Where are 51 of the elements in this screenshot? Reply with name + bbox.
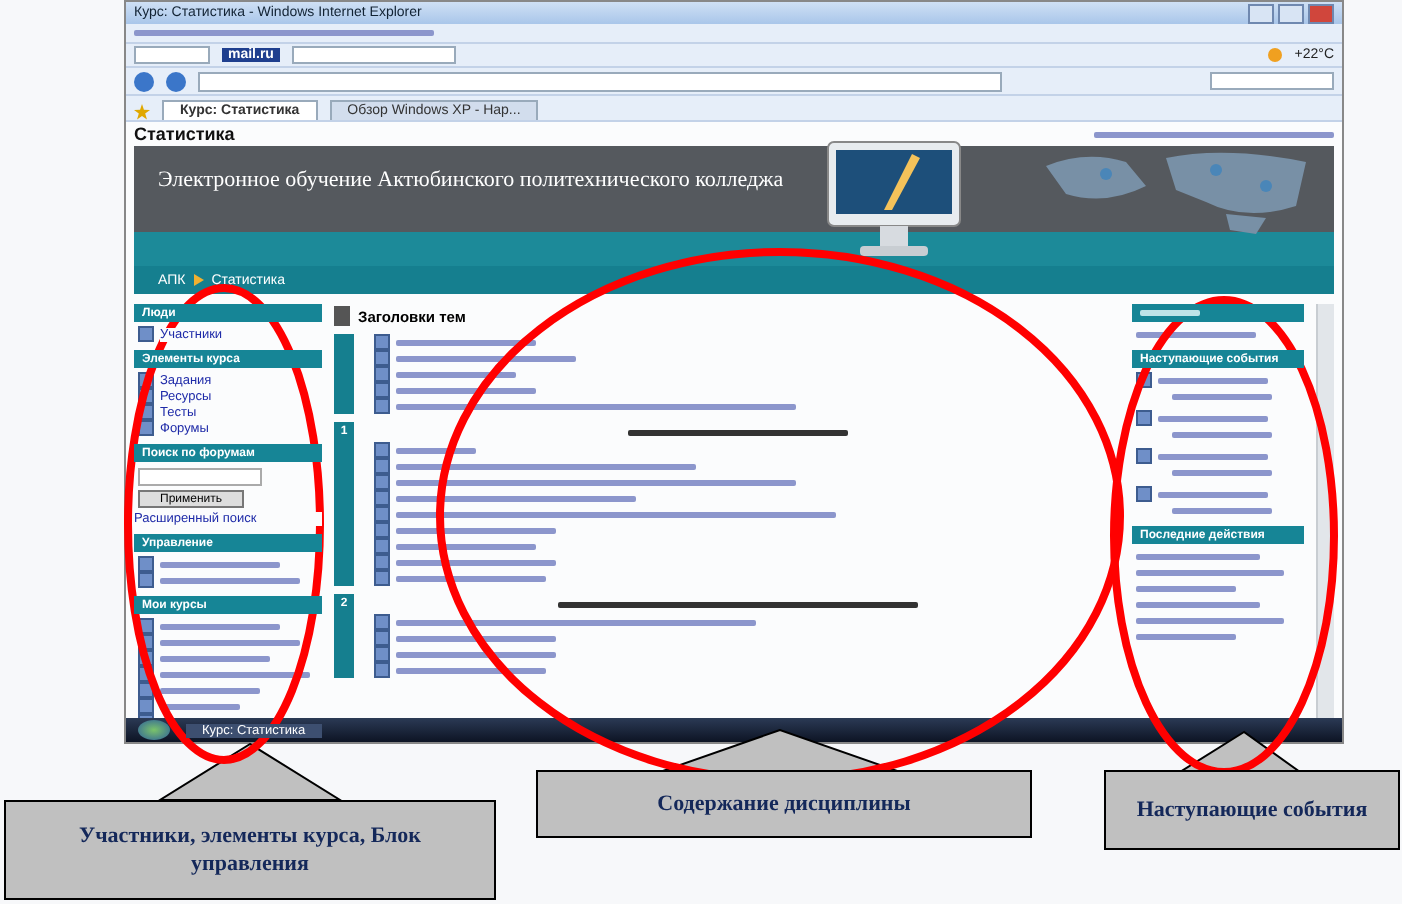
forward-button[interactable] bbox=[166, 71, 186, 91]
blurred-text-line bbox=[396, 447, 476, 453]
search-field[interactable] bbox=[291, 46, 456, 64]
search-field[interactable] bbox=[138, 468, 262, 486]
blurred-text-line bbox=[160, 639, 300, 645]
blurred-text-line bbox=[1136, 585, 1236, 591]
blurred-text-line bbox=[160, 577, 300, 583]
callout-text: Наступающие события bbox=[1136, 795, 1368, 825]
item-icon bbox=[1136, 486, 1152, 502]
sun-icon bbox=[1268, 48, 1283, 62]
blurred-text-line bbox=[396, 387, 536, 393]
monitor-drawing bbox=[824, 138, 964, 262]
callout-text: Содержание дисциплины bbox=[657, 789, 911, 819]
blurred-text-line bbox=[1158, 377, 1268, 383]
block-header[interactable] bbox=[1132, 304, 1304, 322]
callout-text: Участники, элементы курса, Блок управления bbox=[77, 821, 423, 879]
arrow-icon bbox=[193, 274, 204, 286]
blurred-text-line bbox=[396, 339, 536, 345]
section-number-bar bbox=[334, 334, 354, 414]
blurred-text-line bbox=[1172, 393, 1272, 399]
search-field[interactable] bbox=[134, 46, 210, 64]
minimize-button[interactable] bbox=[1248, 3, 1274, 23]
banner-title: Электронное обучение Актюбинского политехнического колледжа bbox=[158, 168, 784, 192]
blurred-text-line bbox=[1136, 331, 1256, 337]
maximize-button[interactable] bbox=[1278, 3, 1304, 23]
blurred-text-line bbox=[1172, 431, 1272, 437]
star-icon[interactable] bbox=[134, 104, 150, 120]
close-button[interactable] bbox=[1308, 3, 1334, 23]
blurred-text-line bbox=[160, 655, 270, 661]
item-icon bbox=[1136, 410, 1152, 426]
blurred-text-line bbox=[1158, 491, 1268, 497]
square-icon bbox=[334, 306, 350, 326]
blurred-text-line bbox=[1158, 415, 1268, 421]
blurred-text-line bbox=[160, 623, 280, 629]
blurred-text-line bbox=[396, 371, 516, 377]
blurred-text-line bbox=[1158, 453, 1268, 459]
blurred-text-line bbox=[160, 561, 280, 567]
address-field[interactable] bbox=[198, 71, 1002, 91]
blurred-text-line bbox=[1136, 633, 1236, 639]
back-button[interactable] bbox=[134, 71, 154, 91]
blurred-text-line bbox=[1136, 601, 1260, 607]
start-button[interactable] bbox=[138, 720, 170, 740]
blurred-text-line bbox=[396, 543, 536, 549]
item-icon bbox=[138, 326, 154, 342]
blurred-text-line bbox=[1172, 469, 1272, 475]
page-title: Статистика bbox=[134, 124, 235, 144]
item-icon bbox=[1136, 448, 1152, 464]
blurred-text-line bbox=[160, 687, 260, 693]
blurred-text-line bbox=[1172, 507, 1272, 513]
search-field[interactable] bbox=[1210, 72, 1334, 90]
blurred-text-line bbox=[1136, 553, 1260, 559]
